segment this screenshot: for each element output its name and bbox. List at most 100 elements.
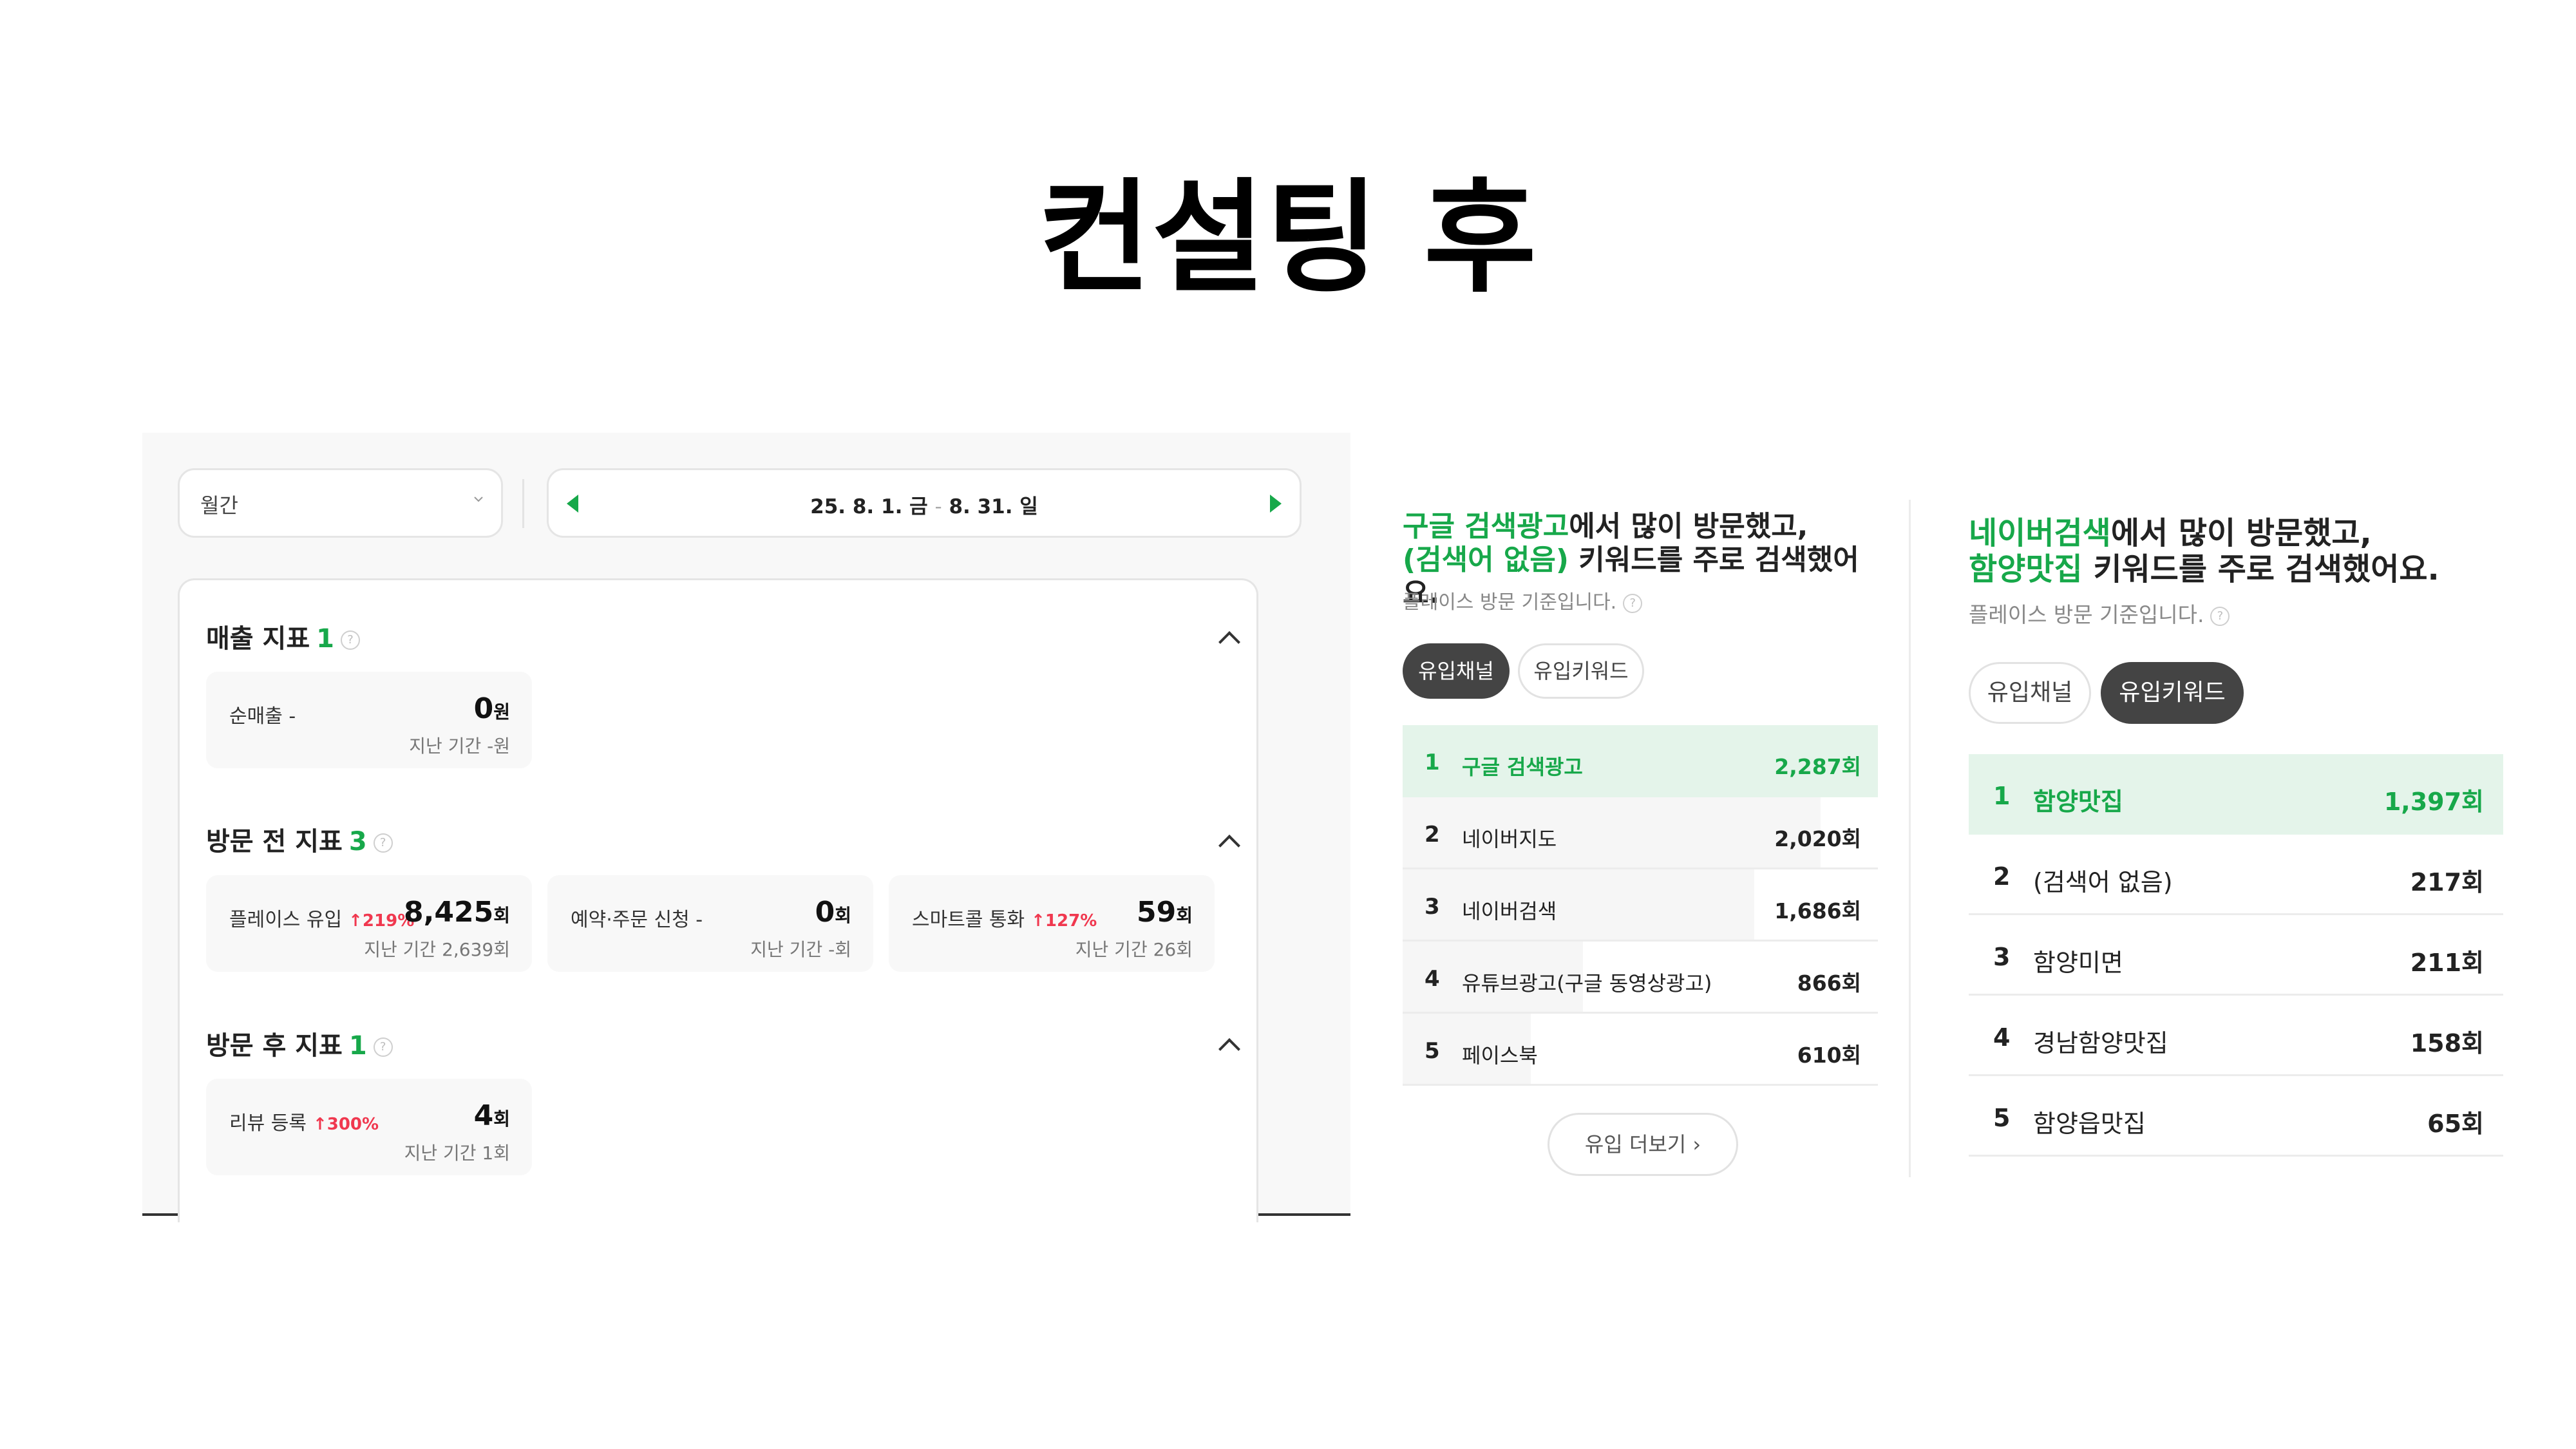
section-count: 1 <box>348 1031 367 1061</box>
list-item[interactable]: 3 네이버검색 1,686회 <box>1403 869 1878 942</box>
list-item[interactable]: 2 네이버지도 2,020회 <box>1403 797 1878 869</box>
section-title-text: 매출 지표 <box>206 624 310 654</box>
list-item[interactable]: 1 함양맛집 1,397회 <box>1969 754 2503 835</box>
metric-previous: 지난 기간 2,639회 <box>364 939 510 960</box>
question-circle-icon[interactable]: ? <box>1623 593 1643 613</box>
period-select-value: 월간 <box>200 493 238 518</box>
rank-value: 2,287회 <box>1774 754 1861 779</box>
metric-unit: 원 <box>493 701 510 723</box>
section-title-sales[interactable]: 매출 지표 1? <box>206 618 360 655</box>
metric-change: ↑300% <box>312 1115 379 1134</box>
metric-value: 8,425회 <box>404 896 510 929</box>
metric-label-text: 리뷰 등록 <box>229 1112 307 1135</box>
heading-highlight: 구글 검색광고 <box>1403 510 1569 543</box>
tab-inflow-keyword[interactable]: 유입키워드 <box>1518 643 1644 699</box>
metric-unit: 회 <box>835 905 851 926</box>
heading-text: 에서 많이 방문했고, <box>1569 510 1808 543</box>
list-item[interactable]: 3 함양미면 211회 <box>1969 915 2503 996</box>
toolbar-divider <box>522 479 524 528</box>
chevron-up-icon[interactable] <box>1218 1038 1240 1060</box>
heading-highlight: 함양맛집 <box>1969 551 2083 587</box>
list-item[interactable]: 5 함양읍맛집 65회 <box>1969 1076 2503 1157</box>
rank-name: 함양미면 <box>2033 949 2123 977</box>
panel-divider <box>1909 500 1911 1177</box>
next-period-icon[interactable] <box>1270 495 1282 513</box>
metric-number: 4 <box>473 1099 494 1132</box>
keyword-ranking-list: 1 함양맛집 1,397회 2 (검색어 없음) 217회 3 함양미면 211… <box>1969 754 2503 1157</box>
rank-number: 2 <box>1993 862 2011 891</box>
chevron-up-icon[interactable] <box>1218 631 1240 653</box>
metric-label: 예약·주문 신청 - <box>571 909 703 931</box>
metric-unit: 회 <box>493 905 510 926</box>
metric-label-text: 스마트콜 통화 <box>912 909 1025 931</box>
rank-number: 5 <box>1425 1038 1440 1064</box>
list-item[interactable]: 2 (검색어 없음) 217회 <box>1969 835 2503 915</box>
list-item[interactable]: 5 페이스북 610회 <box>1403 1014 1878 1086</box>
section-count: 3 <box>348 827 367 857</box>
metric-card-place-inflow: 플레이스 유입 ↑219% 8,425회 지난 기간 2,639회 <box>206 875 532 972</box>
tab-inflow-keyword[interactable]: 유입키워드 <box>2101 662 2244 724</box>
metric-label: 플레이스 유입 ↑219% <box>229 904 414 932</box>
section-title-text: 방문 후 지표 <box>206 1031 343 1061</box>
question-circle-icon[interactable]: ? <box>340 630 360 650</box>
chevron-down-icon <box>474 497 483 502</box>
rank-value: 2,020회 <box>1774 826 1861 851</box>
metric-number: 8,425 <box>404 896 494 929</box>
date-range-label: 25. 8. 1. 금 - 8. 31. 일 <box>549 490 1300 519</box>
tab-inflow-channel[interactable]: 유입채널 <box>1969 662 2091 724</box>
tab-inflow-channel[interactable]: 유입채널 <box>1403 643 1510 699</box>
rank-name: 네이버검색 <box>1462 899 1557 923</box>
heading-text: 에서 많이 방문했고, <box>2110 515 2372 551</box>
metrics-card: 매출 지표 1? 순매출 - 0원 지난 기간 -원 방문 전 지표 3? 플레이스… <box>178 578 1258 1222</box>
section-title-pre-visit[interactable]: 방문 전 지표 3? <box>206 820 393 858</box>
page-title: 컨설팅 후 <box>1038 167 1538 309</box>
metric-number: 0 <box>815 896 835 929</box>
list-item[interactable]: 4 경남함양맛집 158회 <box>1969 996 2503 1076</box>
period-select[interactable]: 월간 <box>178 468 503 538</box>
metric-card-reservation: 예약·주문 신청 - 0회 지난 기간 -회 <box>547 875 873 972</box>
section-title-post-visit[interactable]: 방문 후 지표 1? <box>206 1025 393 1062</box>
date-start: 25. 8. 1. 금 <box>810 495 928 518</box>
basis-note-text: 플레이스 방문 기준입니다. <box>1403 591 1617 614</box>
rank-number: 1 <box>1425 750 1440 775</box>
rank-number: 3 <box>1425 894 1440 920</box>
metric-change: ↑127% <box>1031 911 1097 931</box>
question-circle-icon[interactable]: ? <box>373 833 393 853</box>
rank-number: 1 <box>1993 782 2011 810</box>
rank-value: 211회 <box>2410 949 2484 977</box>
metric-label: 스마트콜 통화 ↑127% <box>912 904 1097 932</box>
metric-previous: 지난 기간 -원 <box>409 735 510 757</box>
chevron-up-icon[interactable] <box>1218 835 1240 857</box>
metric-previous: 지난 기간 26회 <box>1075 939 1193 960</box>
list-item[interactable]: 1 구글 검색광고 2,287회 <box>1403 725 1878 797</box>
metric-label-text: 플레이스 유입 <box>229 909 343 931</box>
metric-previous: 지난 기간 1회 <box>404 1142 510 1164</box>
rank-number: 3 <box>1993 943 2011 971</box>
date-end: 8. 31. 일 <box>949 495 1038 518</box>
basis-note: 플레이스 방문 기준입니다.? <box>1403 586 1643 614</box>
metric-value: 0회 <box>815 896 851 929</box>
heading-highlight: 네이버검색 <box>1969 515 2111 551</box>
keyword-heading: 네이버검색에서 많이 방문했고, 함양맛집 키워드를 주로 검색했어요. <box>1969 515 2497 587</box>
rank-value: 1,686회 <box>1774 898 1861 923</box>
basis-note: 플레이스 방문 기준입니다.? <box>1969 598 2230 629</box>
date-range-navigator: 25. 8. 1. 금 - 8. 31. 일 <box>547 468 1302 538</box>
section-title-text: 방문 전 지표 <box>206 827 343 857</box>
question-circle-icon[interactable]: ? <box>373 1037 393 1057</box>
rank-number: 4 <box>1425 966 1440 992</box>
rank-value: 1,397회 <box>2383 788 2484 816</box>
question-circle-icon[interactable]: ? <box>2210 606 2230 626</box>
rank-value: 866회 <box>1797 971 1861 996</box>
metric-value: 59회 <box>1137 896 1193 929</box>
section-count: 1 <box>316 624 334 654</box>
rank-number: 4 <box>1993 1023 2011 1052</box>
metric-value: 0원 <box>474 692 510 725</box>
rank-name: 구글 검색광고 <box>1462 755 1583 779</box>
metric-number: 0 <box>473 692 494 725</box>
heading-text: 키워드를 주로 검색했어요. <box>2082 551 2439 587</box>
inflow-more-button[interactable]: 유입 더보기 › <box>1548 1113 1738 1176</box>
rank-name: 경남함양맛집 <box>2033 1029 2168 1057</box>
metric-card-net-sales: 순매출 - 0원 지난 기간 -원 <box>206 672 532 768</box>
rank-name: 함양맛집 <box>2033 788 2123 816</box>
list-item[interactable]: 4 유튜브광고(구글 동영상광고) 866회 <box>1403 942 1878 1014</box>
